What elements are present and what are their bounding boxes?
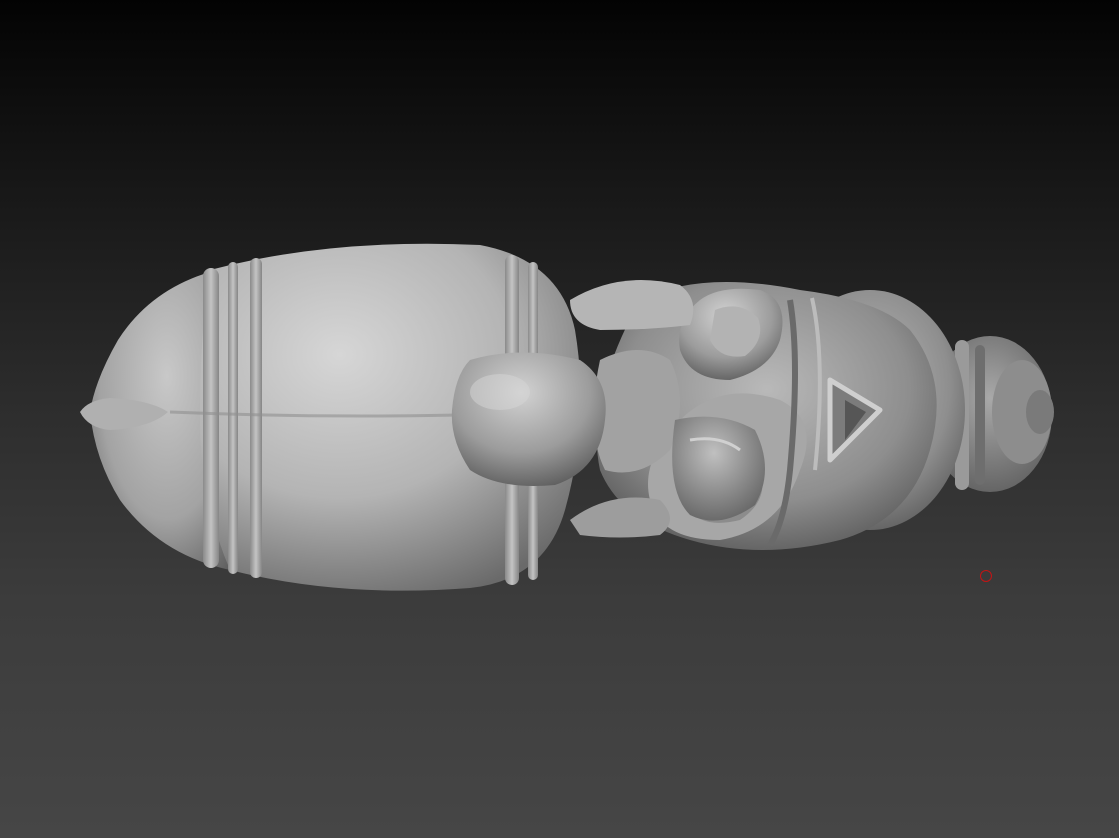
- brush-circle-icon: [980, 570, 992, 582]
- knob: [451, 352, 606, 486]
- snout: [672, 416, 765, 521]
- sculpt-viewport[interactable]: [0, 0, 1119, 838]
- sculpted-model[interactable]: [0, 0, 1119, 838]
